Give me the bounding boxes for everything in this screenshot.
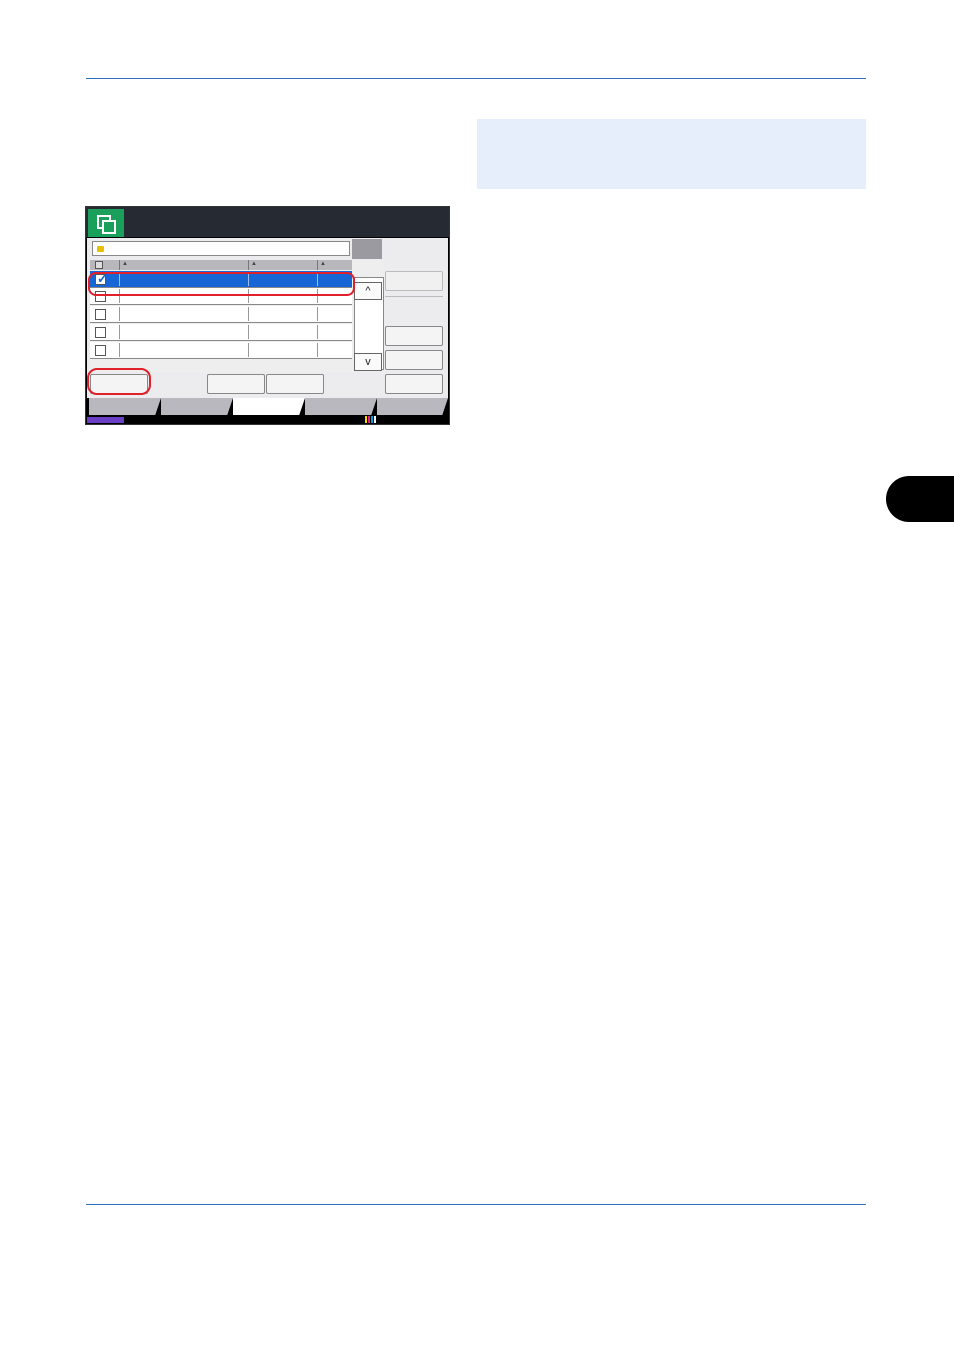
side-divider [385, 296, 443, 297]
sort-icon[interactable]: ▲ [251, 261, 257, 267]
list-row[interactable] [90, 306, 352, 323]
bottom-button-2[interactable] [266, 374, 324, 394]
row-checkbox[interactable] [95, 327, 106, 338]
path-spacer [352, 239, 382, 259]
device-panel-screenshot: ▲ ▲ ▲ ✓ ^ v [85, 206, 450, 425]
tab-1[interactable] [89, 398, 161, 415]
document-box-icon[interactable] [88, 209, 124, 237]
list-column-header: ▲ ▲ ▲ [90, 260, 352, 270]
open-button[interactable] [385, 271, 443, 291]
highlight-select-button [87, 368, 151, 395]
tab-4[interactable] [305, 398, 377, 415]
status-bar [87, 415, 448, 424]
list-row[interactable] [90, 324, 352, 341]
chapter-tab [886, 476, 954, 522]
row-checkbox[interactable] [95, 309, 106, 320]
panel-header [86, 207, 449, 237]
tab-5[interactable] [377, 398, 448, 415]
header-rule [86, 78, 866, 79]
scroll-up-button[interactable]: ^ [354, 282, 382, 300]
list-row[interactable] [90, 342, 352, 359]
side-button-2[interactable] [385, 350, 443, 370]
sort-icon[interactable]: ▲ [122, 261, 128, 267]
scroll-down-button[interactable]: v [354, 353, 382, 371]
side-button-3[interactable] [385, 374, 443, 394]
footer-rule [86, 1204, 866, 1205]
row-checkbox[interactable] [95, 345, 106, 356]
sort-icon[interactable]: ▲ [320, 261, 326, 267]
side-button-1[interactable] [385, 326, 443, 346]
toner-level-icon [365, 416, 377, 423]
folder-icon [97, 246, 104, 252]
note-box [477, 119, 866, 189]
status-indicator [87, 417, 124, 423]
select-all-checkbox[interactable] [95, 261, 103, 269]
tab-3-active[interactable] [233, 398, 305, 415]
folder-path-field [92, 241, 350, 256]
highlight-selected-row [88, 272, 355, 296]
bottom-button-1[interactable] [207, 374, 265, 394]
tab-bar [87, 398, 448, 415]
tab-2[interactable] [161, 398, 233, 415]
